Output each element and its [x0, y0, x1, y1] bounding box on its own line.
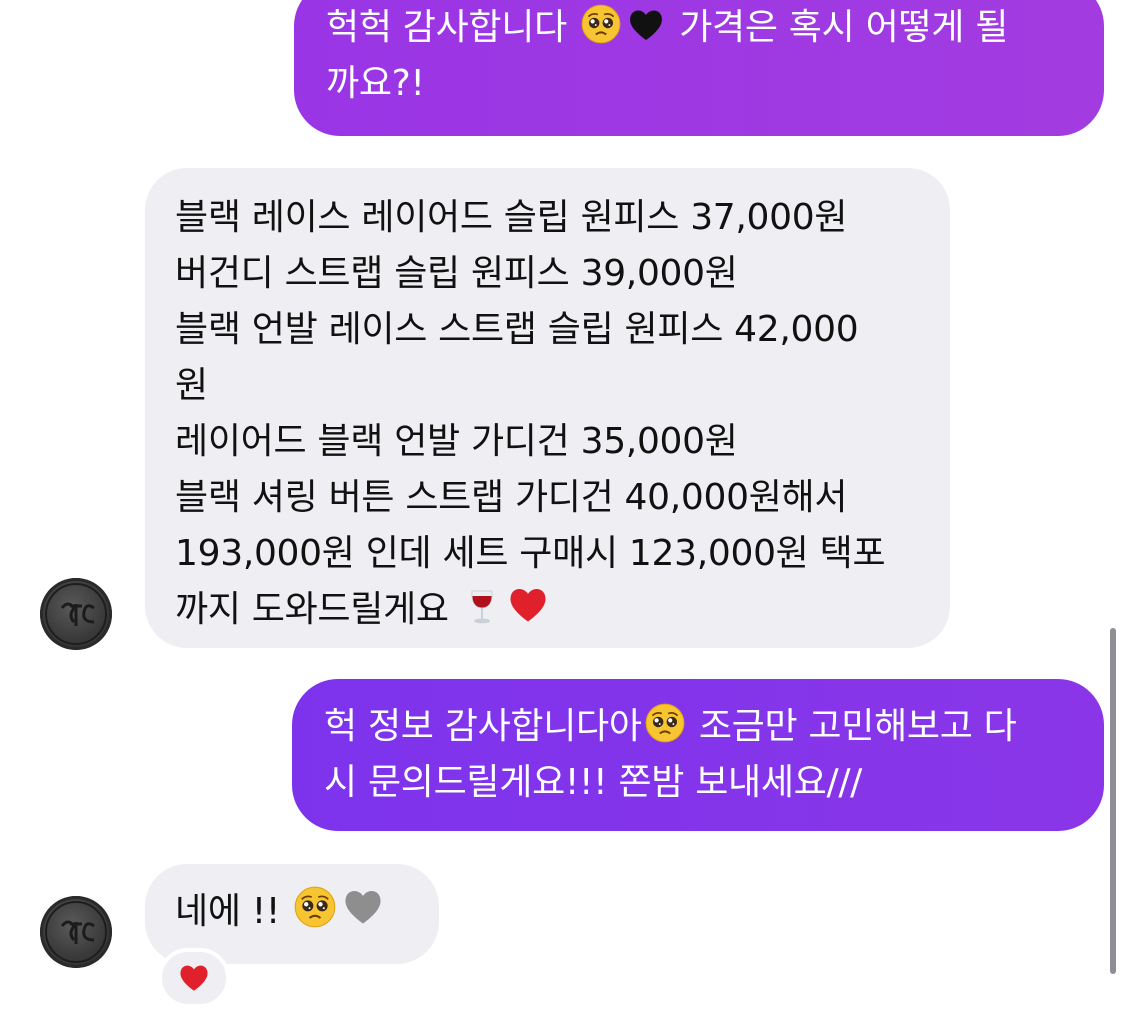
message-line: 블랙 셔링 버튼 스트랩 가디건 40,000원해서 — [175, 477, 848, 518]
message-line: 헉 정보 감사합니다아 — [324, 706, 642, 747]
avatar-logo-icon — [45, 583, 107, 645]
message-line: 헉헉 감사합니다 — [326, 7, 567, 48]
message-text: 헉 정보 감사합니다아 조금만 고민해보고 다 시 문의드릴게요!!! 쫀밤 보… — [324, 699, 1072, 811]
message-text: 블랙 레이스 레이어드 슬립 원피스 37,000원 버건디 스트랩 슬립 원피… — [175, 190, 920, 638]
message-line: 조금만 고민해보고 다 — [698, 706, 1017, 747]
message-line: 원 — [175, 365, 208, 406]
message-reaction[interactable] — [158, 948, 230, 1008]
scrollbar[interactable] — [1110, 628, 1116, 974]
black-heart-emoji — [626, 5, 666, 45]
message-line: 블랙 언발 레이스 스트랩 슬립 원피스 42,000 — [175, 309, 859, 350]
message-text: 헉헉 감사합니다 가격은 혹시 어떻게 될 까요?! — [326, 0, 1072, 112]
message-line: 까지 도와드릴게요 — [175, 589, 449, 630]
red-heart-emoji — [177, 961, 211, 995]
avatar-logo-icon — [45, 901, 107, 963]
sender-avatar[interactable] — [40, 896, 112, 968]
message-line: 블랙 레이스 레이어드 슬립 원피스 37,000원 — [175, 197, 848, 238]
message-line: 버건디 스트랩 슬립 원피스 39,000원 — [175, 253, 738, 294]
message-line: 시 문의드릴게요!!! 쫀밤 보내세요/// — [324, 762, 862, 803]
wine-glass-emoji — [462, 587, 502, 627]
message-line: 가격은 혹시 어떻게 될 — [679, 7, 1009, 48]
message-text: 네에 !! — [175, 884, 409, 940]
pleading-face-emoji — [644, 702, 686, 744]
message-line: 레이어드 블랙 언발 가디건 35,000원 — [175, 421, 738, 462]
message-line: 까요?! — [326, 63, 425, 104]
message-line: 네에 !! — [175, 891, 281, 932]
incoming-message-bubble[interactable]: 블랙 레이스 레이어드 슬립 원피스 37,000원 버건디 스트랩 슬립 원피… — [145, 168, 950, 648]
sender-avatar[interactable] — [40, 578, 112, 650]
pleading-face-emoji — [293, 885, 337, 929]
message-line: 193,000원 인데 세트 구매시 123,000원 택포 — [175, 533, 886, 574]
pleading-face-emoji — [580, 3, 622, 45]
red-heart-emoji — [506, 583, 550, 627]
outgoing-message-bubble[interactable]: 헉 정보 감사합니다아 조금만 고민해보고 다 시 문의드릴게요!!! 쫀밤 보… — [292, 679, 1104, 831]
grey-heart-emoji — [341, 885, 385, 929]
outgoing-message-bubble[interactable]: 헉헉 감사합니다 가격은 혹시 어떻게 될 까요?! — [294, 0, 1104, 136]
